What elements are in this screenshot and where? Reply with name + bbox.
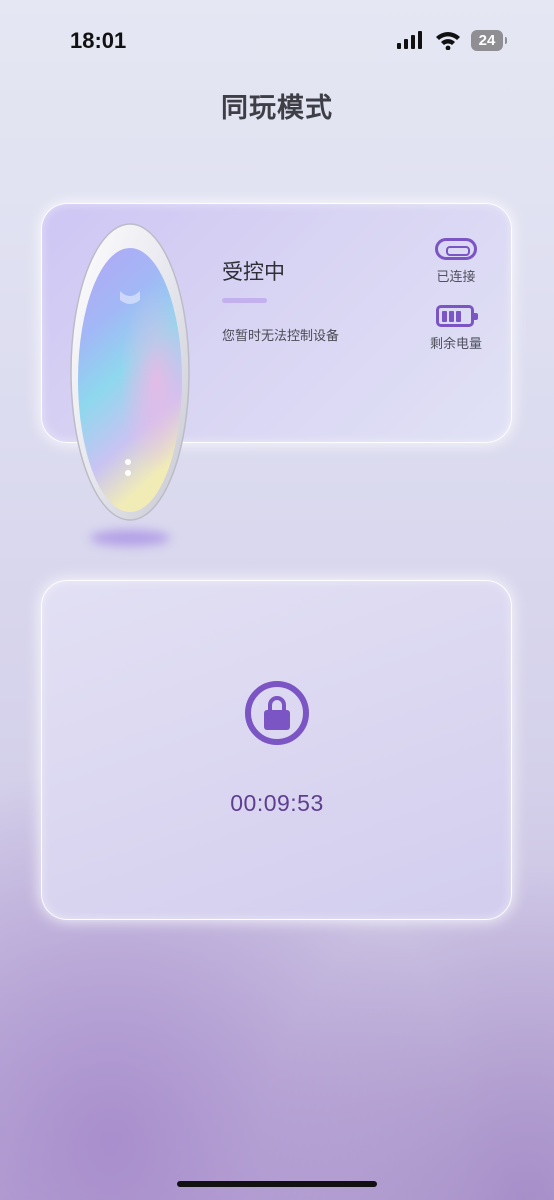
status-bar: 18:01 24 [0, 0, 554, 80]
home-indicator[interactable] [177, 1181, 377, 1187]
lock-countdown-timer: 00:09:53 [230, 790, 324, 816]
battery-remaining-label: 剩余电量 [429, 337, 482, 352]
lock-control-card [41, 580, 512, 920]
status-time: 18:01 [70, 28, 127, 53]
battery-bar-1 [442, 310, 447, 322]
device-shadow [90, 530, 170, 546]
control-status-description: 您暂时无法控制设备 [222, 329, 340, 344]
battery-level-text: 24 [478, 32, 496, 49]
connection-status-label: 已连接 [436, 270, 476, 285]
device-image [70, 223, 190, 521]
control-status-heading: 受控中 [222, 260, 285, 284]
status-underline [222, 298, 267, 303]
battery-status-icon: 24 [471, 30, 507, 51]
lock-icon[interactable] [244, 680, 310, 746]
cellular-signal-icon [397, 31, 422, 49]
battery-bar-2 [449, 310, 454, 322]
battery-icon [436, 305, 478, 327]
usb-c-icon [435, 238, 477, 260]
wifi-icon [436, 32, 460, 50]
battery-bar-3 [456, 310, 461, 322]
page-title: 同玩模式 [221, 93, 333, 124]
